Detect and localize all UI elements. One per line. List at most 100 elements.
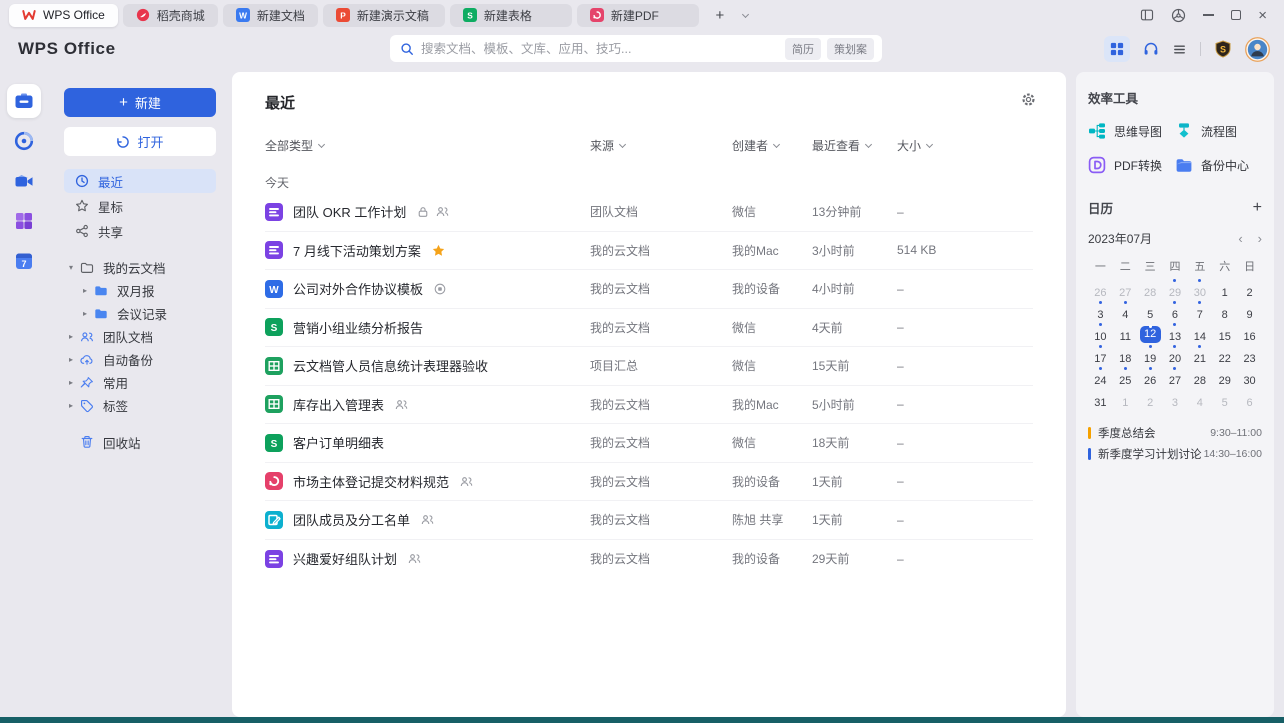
vip-badge-icon[interactable]: S xyxy=(1214,40,1232,58)
calendar-day[interactable]: 1 xyxy=(1113,388,1138,409)
tab-新建表格[interactable]: S 新建表格 xyxy=(449,3,572,27)
sidebar-item-标签[interactable]: ▸ 标签 xyxy=(64,394,216,417)
sidebar-item-团队文档[interactable]: ▸ 团队文档 xyxy=(64,325,216,348)
filter-来源[interactable]: 来源 xyxy=(590,137,732,154)
sidebar-item-星标[interactable]: 星标 xyxy=(64,194,216,218)
calendar-day[interactable]: 27 xyxy=(1113,278,1138,299)
minimize-button[interactable] xyxy=(1203,14,1215,16)
filter-全部类型[interactable]: 全部类型 xyxy=(265,137,590,154)
calendar-day[interactable]: 27 xyxy=(1163,366,1188,387)
caret-right-icon[interactable]: ▸ xyxy=(78,309,92,318)
file-row[interactable]: 兴趣爱好组队计划 我的云文档 我的设备 29天前 – xyxy=(265,540,1033,579)
gear-icon[interactable] xyxy=(1021,92,1036,107)
avatar[interactable] xyxy=(1245,36,1270,62)
calendar-day[interactable]: 4 xyxy=(1187,388,1212,409)
file-row[interactable]: 云文档管人员信息统计表理器验收 项目汇总 微信 15天前 – xyxy=(265,347,1033,386)
caret-right-icon[interactable]: ▸ xyxy=(64,332,78,341)
headset-icon[interactable] xyxy=(1143,41,1159,57)
calendar-day[interactable]: 29 xyxy=(1163,278,1188,299)
file-row[interactable]: 团队成员及分工名单 我的云文档 陈旭 共享 1天前 – xyxy=(265,501,1033,540)
calendar-day[interactable]: 13 xyxy=(1163,322,1188,343)
calendar-day[interactable]: 23 xyxy=(1237,344,1262,365)
calendar-day[interactable]: 19 xyxy=(1138,344,1163,365)
sidebar-item-共享[interactable]: 共享 xyxy=(64,219,216,243)
maximize-button[interactable] xyxy=(1231,10,1242,20)
tool-备份中心[interactable]: 备份中心 xyxy=(1175,156,1262,174)
file-row[interactable]: S 营销小组业绩分析报告 我的云文档 微信 4天前 – xyxy=(265,309,1033,347)
rail-item-rail-calendar[interactable]: 7 xyxy=(7,244,41,278)
tab-新建演示文稿[interactable]: P 新建演示文稿 xyxy=(322,3,445,27)
open-button[interactable]: 打开 xyxy=(64,127,216,156)
calendar-day[interactable]: 2 xyxy=(1237,278,1262,299)
calendar-day[interactable]: 4 xyxy=(1113,300,1138,321)
rail-item-rail-docer[interactable] xyxy=(7,124,41,158)
file-row[interactable]: 市场主体登记提交材料规范 我的云文档 我的设备 1天前 – xyxy=(265,463,1033,501)
calendar-day-selected[interactable]: 12 xyxy=(1138,322,1163,343)
calendar-day[interactable]: 16 xyxy=(1237,322,1262,343)
tool-流程图[interactable]: 流程图 xyxy=(1175,122,1262,140)
file-row[interactable]: W 公司对外合作协议模板 我的云文档 我的设备 4小时前 – xyxy=(265,270,1033,309)
calendar-day[interactable]: 30 xyxy=(1237,366,1262,387)
search-tag[interactable]: 简历 xyxy=(785,37,821,60)
skin-icon[interactable] xyxy=(1171,8,1186,23)
sidebar-item-最近[interactable]: 最近 xyxy=(64,169,216,193)
calendar-day[interactable]: 22 xyxy=(1212,344,1237,365)
sidebar-item-双月报[interactable]: ▸ 双月报 xyxy=(64,279,216,302)
calendar-day[interactable]: 20 xyxy=(1163,344,1188,365)
file-row[interactable]: 团队 OKR 工作计划 团队文档 微信 13分钟前 – xyxy=(265,193,1033,232)
calendar-day[interactable]: 7 xyxy=(1187,300,1212,321)
calendar-day[interactable]: 2 xyxy=(1138,388,1163,409)
event-item[interactable]: 新季度学习计划讨论 14:30–16:00 xyxy=(1088,443,1262,464)
caret-down-icon[interactable]: ▾ xyxy=(64,263,78,272)
calendar-day[interactable]: 30 xyxy=(1187,278,1212,299)
sidebar-item-我的云文档[interactable]: ▾ 我的云文档 xyxy=(64,256,216,279)
calendar-day[interactable]: 14 xyxy=(1187,322,1212,343)
calendar-day[interactable]: 11 xyxy=(1113,322,1138,343)
prev-month-button[interactable]: ‹ xyxy=(1238,231,1242,246)
file-row[interactable]: 7 月线下活动策划方案 我的云文档 我的Mac 3小时前 514 KB xyxy=(265,232,1033,270)
calendar-day[interactable]: 5 xyxy=(1138,300,1163,321)
caret-right-icon[interactable]: ▸ xyxy=(64,378,78,387)
calendar-day[interactable]: 8 xyxy=(1212,300,1237,321)
calendar-day[interactable]: 18 xyxy=(1113,344,1138,365)
next-month-button[interactable]: › xyxy=(1258,231,1262,246)
rail-item-rail-apps[interactable] xyxy=(7,204,41,238)
calendar-day[interactable]: 28 xyxy=(1187,366,1212,387)
new-tab-button[interactable]: + xyxy=(710,5,730,25)
calendar-day[interactable]: 3 xyxy=(1088,300,1113,321)
filter-大小[interactable]: 大小 xyxy=(897,137,1033,154)
calendar-day[interactable]: 10 xyxy=(1088,322,1113,343)
calendar-day[interactable]: 28 xyxy=(1138,278,1163,299)
calendar-day[interactable]: 25 xyxy=(1113,366,1138,387)
sidebar-item-常用[interactable]: ▸ 常用 xyxy=(64,371,216,394)
calendar-day[interactable]: 15 xyxy=(1212,322,1237,343)
filter-最近查看[interactable]: 最近查看 xyxy=(812,137,897,154)
tab-新建PDF[interactable]: 新建PDF xyxy=(576,3,699,27)
calendar-day[interactable]: 31 xyxy=(1088,388,1113,409)
tab-稻壳商城[interactable]: 稻壳商城 xyxy=(122,3,218,27)
caret-right-icon[interactable]: ▸ xyxy=(78,286,92,295)
calendar-day[interactable]: 26 xyxy=(1138,366,1163,387)
event-item[interactable]: 季度总结会 9:30–11:00 xyxy=(1088,422,1262,443)
filter-创建者[interactable]: 创建者 xyxy=(732,137,812,154)
menu-icon[interactable] xyxy=(1172,42,1187,57)
calendar-day[interactable]: 6 xyxy=(1237,388,1262,409)
new-document-button[interactable]: + 新建 xyxy=(64,88,216,117)
sidebar-item-自动备份[interactable]: ▸ 自动备份 xyxy=(64,348,216,371)
file-row[interactable]: S 客户订单明细表 我的云文档 微信 18天前 – xyxy=(265,424,1033,463)
tab-list-dropdown[interactable] xyxy=(736,5,756,25)
calendar-day[interactable]: 6 xyxy=(1163,300,1188,321)
add-event-button[interactable]: + xyxy=(1253,199,1262,216)
calendar-day[interactable]: 26 xyxy=(1088,278,1113,299)
calendar-day[interactable]: 1 xyxy=(1212,278,1237,299)
calendar-day[interactable]: 5 xyxy=(1212,388,1237,409)
search-tag[interactable]: 策划案 xyxy=(827,37,874,60)
tool-PDF转换[interactable]: PDF转换 xyxy=(1088,156,1175,174)
tab-新建文档[interactable]: W 新建文档 xyxy=(222,3,318,27)
calendar-day[interactable]: 9 xyxy=(1237,300,1262,321)
sidebar-item-会议记录[interactable]: ▸ 会议记录 xyxy=(64,302,216,325)
caret-right-icon[interactable]: ▸ xyxy=(64,355,78,364)
close-button[interactable]: × xyxy=(1258,8,1267,23)
search-input[interactable] xyxy=(421,41,779,56)
calendar-day[interactable]: 3 xyxy=(1163,388,1188,409)
